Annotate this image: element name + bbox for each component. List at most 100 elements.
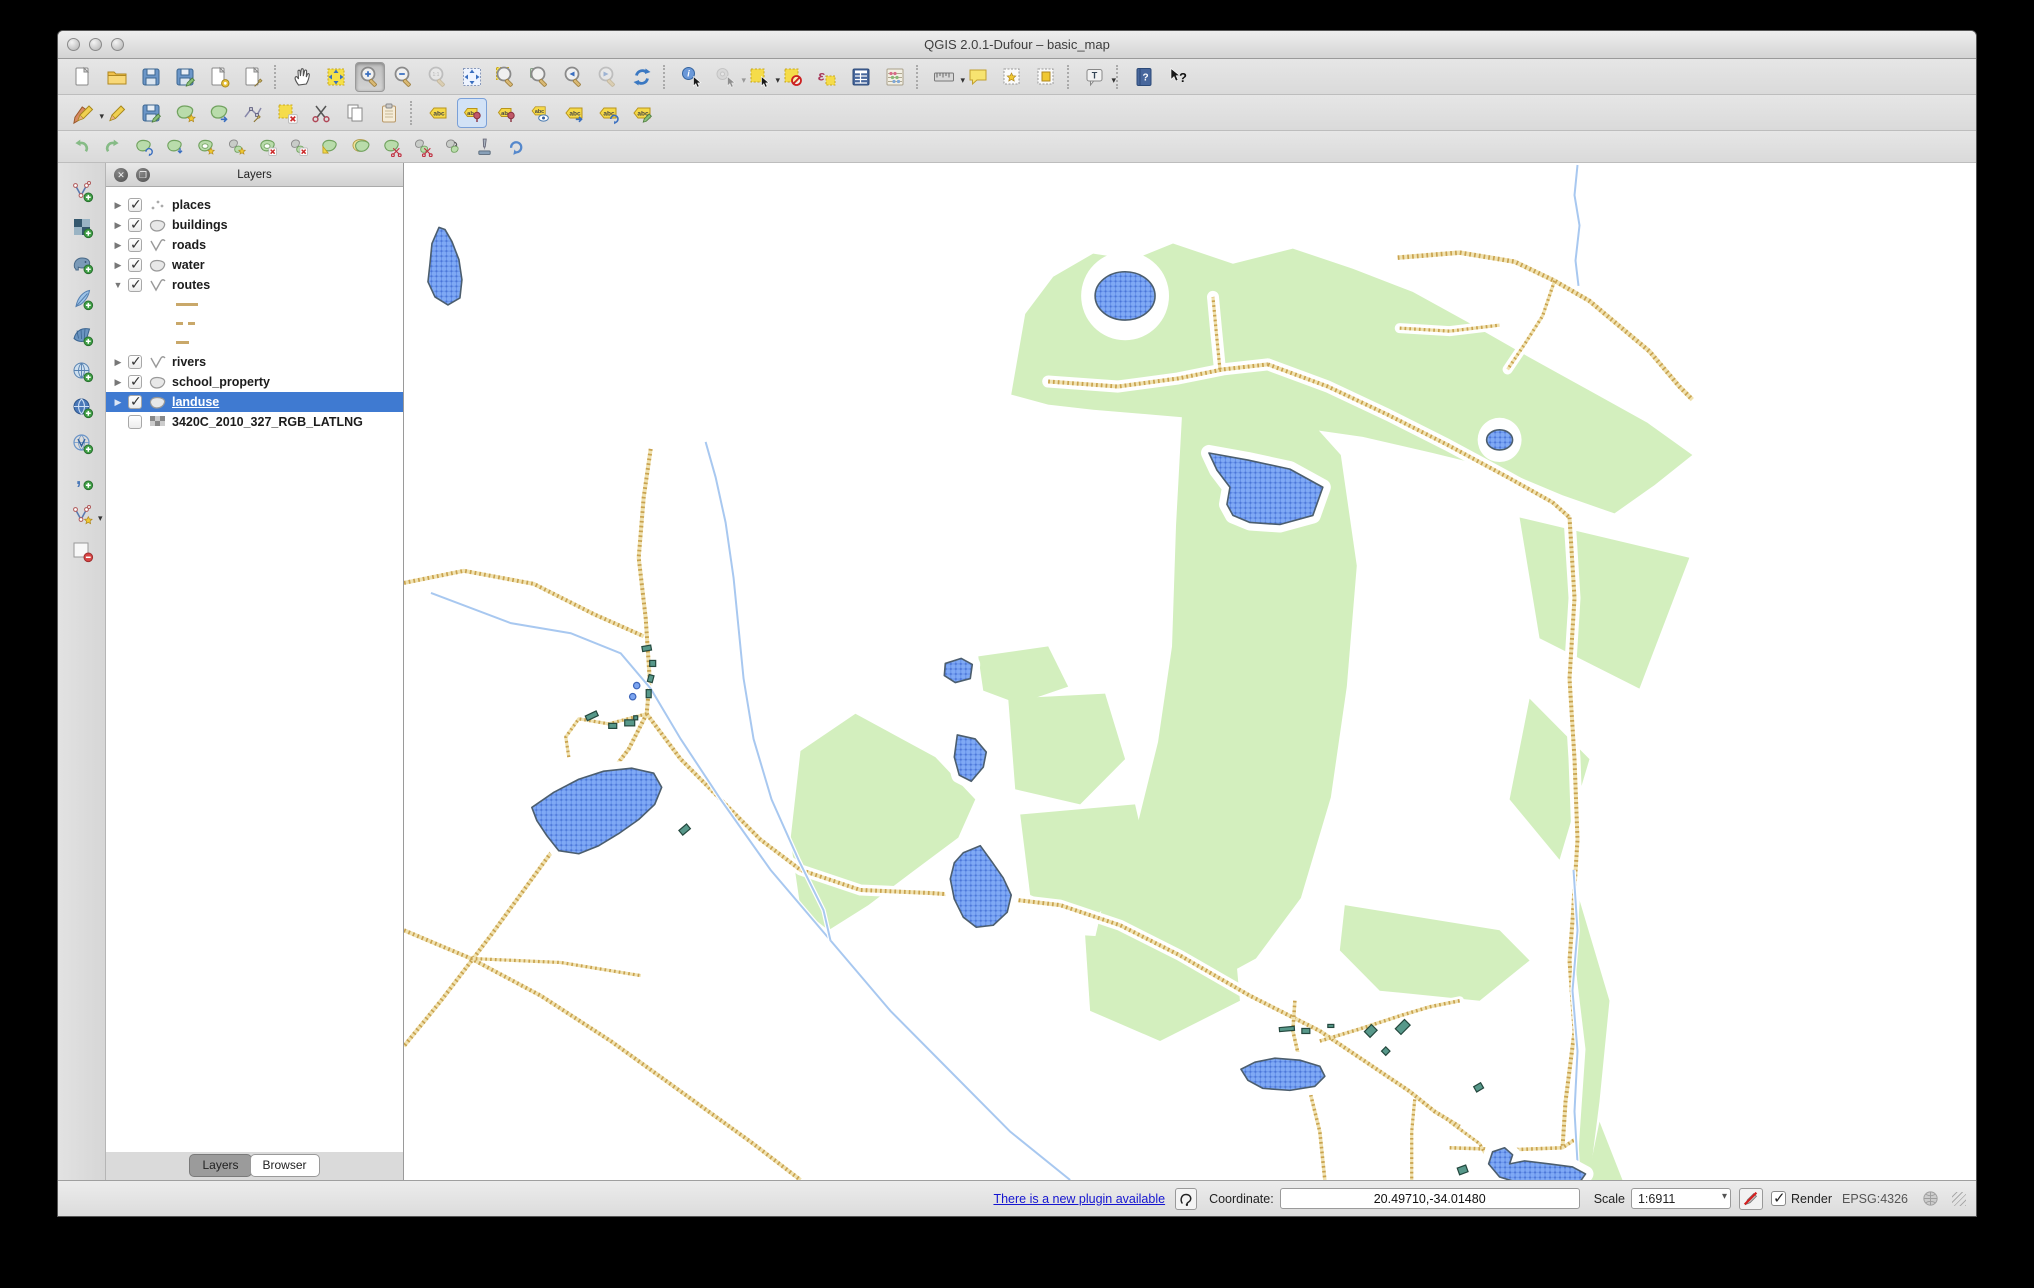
identify-features-button[interactable]: i [676, 62, 706, 92]
layer-row-school_property[interactable]: ▶ school_property [106, 372, 403, 392]
rotate-feature-button[interactable] [130, 133, 157, 160]
add-raster-layer-button[interactable] [67, 212, 97, 242]
expander-icon[interactable]: ▶ [112, 260, 124, 271]
save-project-as-button[interactable] [170, 62, 200, 92]
rotate-label-button[interactable]: abc [593, 98, 623, 128]
layer-row-3420C_2010_327_RGB_LATLNG[interactable]: 3420C_2010_327_RGB_LATLNG [106, 412, 403, 432]
new-bookmark-button[interactable] [997, 62, 1027, 92]
open-project-button[interactable] [102, 62, 132, 92]
labeling-button[interactable]: abc [423, 98, 453, 128]
refresh-map-button[interactable] [627, 62, 657, 92]
move-label-button[interactable]: abc [559, 98, 589, 128]
layer-visibility-checkbox[interactable] [128, 236, 142, 253]
pin-unpin-labels-button[interactable]: ab [457, 97, 487, 128]
delete-selected-button[interactable] [272, 98, 302, 128]
layer-visibility-checkbox[interactable] [128, 276, 142, 293]
open-attribute-table-button[interactable] [846, 62, 876, 92]
new-project-button[interactable] [68, 62, 98, 92]
zoom-to-layer-button[interactable] [525, 62, 555, 92]
layer-row-buildings[interactable]: ▶ buildings [106, 215, 403, 235]
legend-item-solid[interactable] [106, 295, 403, 314]
panel-tab-layers[interactable]: Layers [189, 1154, 252, 1177]
simplify-feature-button[interactable] [161, 133, 188, 160]
map-svg[interactable] [404, 163, 1976, 1180]
delete-part-button[interactable] [285, 133, 312, 160]
split-features-button[interactable] [378, 133, 405, 160]
expander-icon[interactable]: ▶ [112, 200, 124, 211]
undo-button[interactable] [68, 133, 95, 160]
crs-globe-icon[interactable] [1918, 1188, 1942, 1210]
add-wfs-layer-button[interactable] [67, 428, 97, 458]
layer-visibility-checkbox[interactable] [128, 353, 142, 370]
plugin-icon[interactable] [1175, 1187, 1198, 1210]
panel-tab-browser[interactable]: Browser [249, 1154, 320, 1177]
text-annotation-button[interactable]: T ▾ [1080, 62, 1116, 92]
redo-button[interactable] [99, 133, 126, 160]
remove-layer-button[interactable] [67, 536, 97, 566]
select-features-button[interactable]: ▾ [744, 62, 780, 92]
layer-row-landuse[interactable]: ▶ landuse [106, 392, 403, 412]
save-layer-edits-button[interactable] [136, 98, 166, 128]
zoom-full-button[interactable] [457, 62, 487, 92]
copy-features-button[interactable] [340, 98, 370, 128]
add-delimited-text-layer-button[interactable]: , [67, 464, 97, 494]
offset-curve-button[interactable] [347, 133, 374, 160]
measure-button[interactable]: ▾ [929, 62, 965, 92]
coordinate-input[interactable] [1279, 1188, 1580, 1209]
whats-this-button[interactable]: ? [1163, 62, 1193, 92]
expander-icon[interactable]: ▶ [112, 397, 124, 408]
add-ring-button[interactable] [192, 133, 219, 160]
layer-row-water[interactable]: ▶ water [106, 255, 403, 275]
expander-icon[interactable]: ▶ [112, 357, 124, 368]
cut-features-button[interactable] [306, 98, 336, 128]
paste-features-button[interactable] [374, 98, 404, 128]
field-calculator-button[interactable] [880, 62, 910, 92]
help-contents-button[interactable]: ? [1129, 62, 1159, 92]
layer-row-routes[interactable]: ▼ routes [106, 275, 403, 295]
render-checkbox[interactable] [1770, 1189, 1786, 1207]
expander-icon[interactable]: ▶ [112, 240, 124, 251]
show-hide-labels-button[interactable]: abc [525, 98, 555, 128]
move-feature-button[interactable] [204, 98, 234, 128]
add-part-button[interactable] [223, 133, 250, 160]
zoom-in-button[interactable] [355, 61, 385, 92]
zoom-to-selection-button[interactable] [491, 62, 521, 92]
layer-visibility-checkbox[interactable] [128, 415, 142, 429]
add-vector-layer-button[interactable] [67, 176, 97, 206]
map-tips-button[interactable] [963, 62, 993, 92]
layer-visibility-checkbox[interactable] [128, 256, 142, 273]
split-parts-button[interactable] [409, 133, 436, 160]
rotate-point-symbols-button[interactable] [502, 133, 529, 160]
select-by-expression-button[interactable]: ε [812, 62, 842, 92]
add-feature-button[interactable] [170, 98, 200, 128]
zoom-out-button[interactable] [389, 62, 419, 92]
expander-icon[interactable]: ▶ [112, 377, 124, 388]
add-wms-layer-button[interactable] [67, 356, 97, 386]
run-feature-action-button[interactable]: ▾ [710, 62, 746, 92]
layer-visibility-checkbox[interactable] [128, 196, 142, 213]
add-spatialite-layer-button[interactable] [67, 284, 97, 314]
layer-visibility-checkbox[interactable] [128, 393, 142, 410]
delete-ring-button[interactable] [254, 133, 281, 160]
new-print-composer-button[interactable] [204, 62, 234, 92]
merge-features-button[interactable] [440, 133, 467, 160]
layer-row-places[interactable]: ▶ places [106, 195, 403, 215]
deselect-features-button[interactable] [778, 62, 808, 92]
toggle-editing-button[interactable] [102, 98, 132, 128]
new-shapefile-layer-button[interactable]: ▾ [67, 500, 103, 530]
save-project-button[interactable] [136, 62, 166, 92]
plugin-available-link[interactable]: There is a new plugin available [993, 1192, 1165, 1206]
add-mssql-layer-button[interactable] [67, 320, 97, 350]
legend-item-short[interactable] [106, 333, 403, 352]
add-wcs-layer-button[interactable] [67, 392, 97, 422]
pan-to-selection-button[interactable] [321, 62, 351, 92]
expander-icon[interactable]: ▼ [112, 280, 124, 290]
node-tool-button[interactable] [238, 98, 268, 128]
layer-row-roads[interactable]: ▶ roads [106, 235, 403, 255]
show-bookmarks-button[interactable] [1031, 62, 1061, 92]
layer-visibility-checkbox[interactable] [128, 373, 142, 390]
change-label-button[interactable]: abc [627, 98, 657, 128]
layer-row-rivers[interactable]: ▶ rivers [106, 352, 403, 372]
current-edits-button[interactable]: ▾ [68, 98, 104, 128]
zoom-last-button[interactable] [559, 62, 589, 92]
